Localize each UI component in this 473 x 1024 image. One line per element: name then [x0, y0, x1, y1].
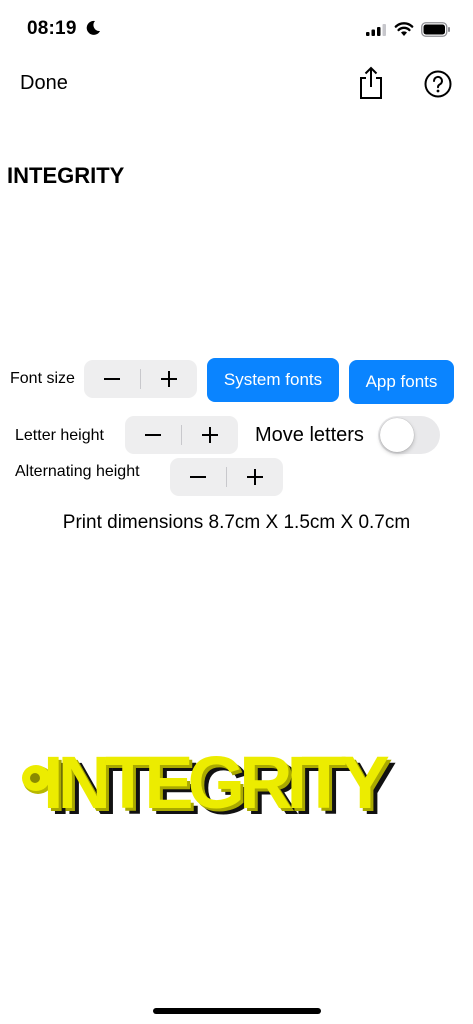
letter-height-stepper: [125, 416, 238, 454]
plus-icon: [161, 371, 177, 387]
keychain-3d-model[interactable]: INTEGRITY INTEGRITY INTEGRITY: [16, 736, 456, 826]
cellular-signal-icon: [366, 24, 386, 36]
letter-height-decrease-button[interactable]: [125, 416, 181, 454]
help-icon[interactable]: [424, 70, 452, 98]
move-letters-toggle[interactable]: [378, 416, 440, 454]
letter-height-label: Letter height: [15, 427, 104, 444]
wifi-icon: [394, 22, 414, 36]
moon-icon: [86, 20, 100, 35]
alternating-height-label: Alternating height: [15, 463, 140, 480]
plus-icon: [247, 469, 263, 485]
font-size-label: Font size: [10, 370, 75, 387]
move-letters-label: Move letters: [255, 424, 364, 446]
battery-icon: [421, 22, 450, 37]
alternating-height-decrease-button[interactable]: [170, 458, 226, 496]
alternating-height-stepper: [170, 458, 283, 496]
system-fonts-button[interactable]: System fonts: [207, 358, 339, 402]
minus-icon: [104, 378, 120, 380]
app-fonts-button[interactable]: App fonts: [349, 360, 454, 404]
minus-icon: [190, 476, 206, 478]
plus-icon: [202, 427, 218, 443]
toggle-knob: [380, 418, 414, 452]
font-size-increase-button[interactable]: [141, 360, 197, 398]
status-time: 08:19: [27, 18, 77, 39]
preview-text: INTEGRITY: [7, 163, 125, 188]
home-indicator: [153, 1008, 321, 1014]
model-text-face: INTEGRITY: [43, 741, 389, 824]
done-button[interactable]: Done: [20, 72, 68, 95]
print-dimensions-text: Print dimensions 8.7cm X 1.5cm X 0.7cm: [62, 512, 411, 533]
minus-icon: [145, 434, 161, 436]
letter-height-increase-button[interactable]: [182, 416, 238, 454]
share-icon[interactable]: [357, 66, 385, 100]
font-size-decrease-button[interactable]: [84, 360, 140, 398]
alternating-height-increase-button[interactable]: [227, 458, 283, 496]
font-size-stepper: [84, 360, 197, 398]
